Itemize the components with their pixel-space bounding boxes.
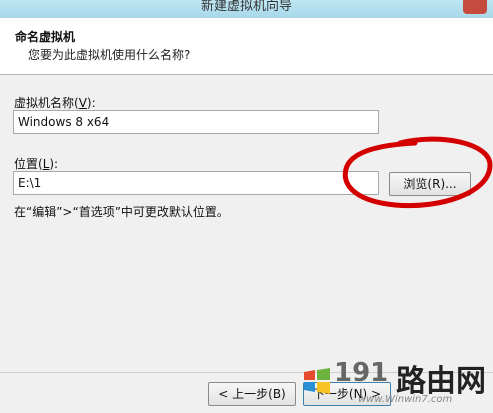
watermark-number: 191: [334, 358, 389, 388]
vm-name-input[interactable]: Windows 8 x64: [13, 110, 379, 134]
location-hint: 在“编辑”>“首选项”中可更改默认位置。: [14, 205, 229, 219]
vm-name-label: 虚拟机名称(V):: [14, 96, 96, 110]
window-title: 新建虚拟机向导: [200, 0, 292, 14]
page-subtitle: 您要为此虚拟机使用什么名称?: [28, 48, 191, 62]
page-title: 命名虚拟机: [15, 30, 76, 44]
windows-logo-icon: [304, 368, 330, 394]
watermark: 191 路由网 www.Winwin7.com: [300, 352, 493, 413]
wizard-header: 命名虚拟机 您要为此虚拟机使用什么名称?: [0, 18, 493, 75]
title-bar: 新建虚拟机向导: [0, 0, 493, 18]
watermark-url: www.Winwin7.com: [358, 394, 453, 405]
back-button[interactable]: < 上一步(B): [208, 382, 296, 406]
location-input[interactable]: E:\1: [13, 171, 379, 195]
close-icon[interactable]: [463, 0, 487, 14]
location-label: 位置(L):: [14, 157, 59, 171]
browse-button[interactable]: 浏览(R)...: [389, 172, 471, 196]
